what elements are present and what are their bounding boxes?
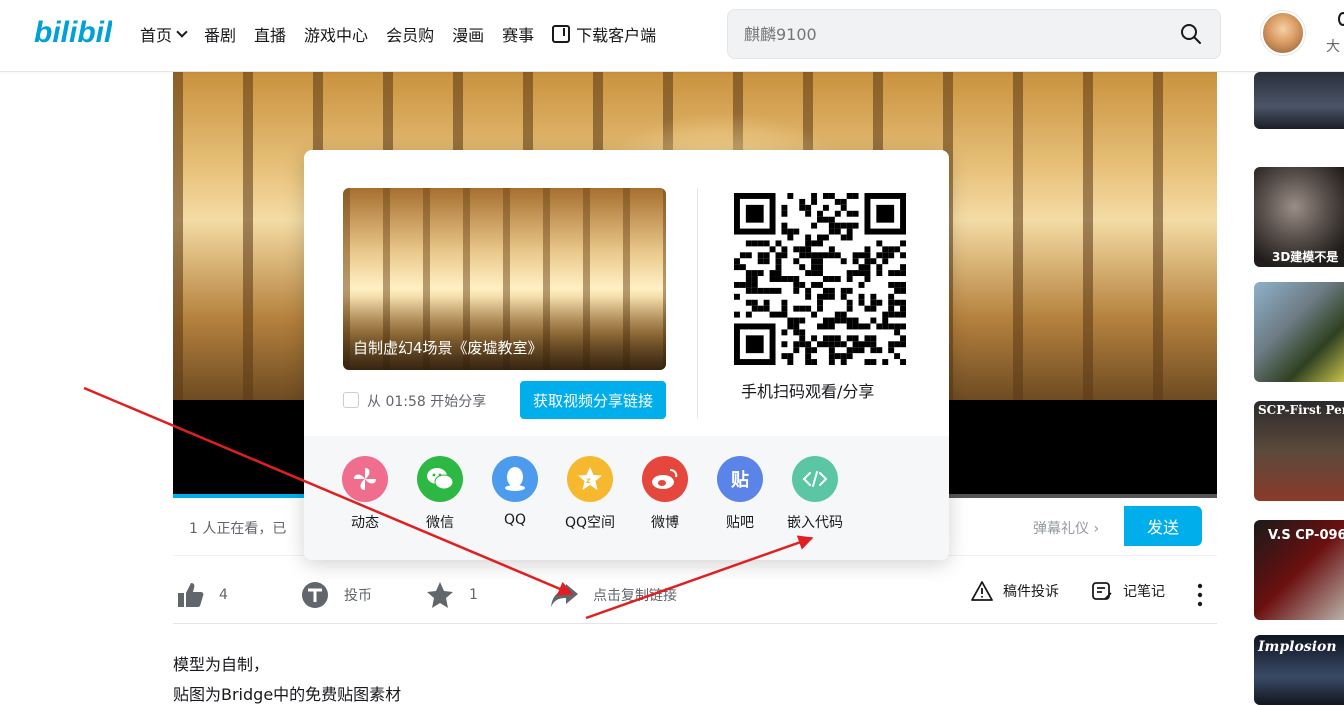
favorite-button[interactable]: 1	[425, 580, 478, 610]
share-qq[interactable]: QQ	[485, 456, 545, 528]
video-description: 模型为自制， 贴图为Bridge中的免费贴图素材	[173, 655, 402, 704]
nav-game-center[interactable]: 游戏中心	[304, 22, 368, 46]
share-platforms: 动态 微信 QQ z QQ空间 微博 贴 贴吧 嵌入代码	[304, 436, 949, 560]
qr-code	[734, 193, 906, 365]
viewer-count: 1 人正在看，已	[189, 521, 287, 537]
nav-mall[interactable]: 会员购	[386, 22, 434, 46]
start-time-checkbox[interactable]	[343, 392, 359, 408]
nav-download-client[interactable]: 下载客户端	[552, 22, 656, 46]
recommend-thumb[interactable]	[1254, 282, 1344, 382]
weibo-icon	[642, 456, 688, 502]
warning-icon	[971, 581, 993, 601]
share-panel: 自制虚幻4场景《废墟教室》 从 01:58 开始分享 获取视频分享链接 手机扫码…	[304, 150, 949, 560]
svg-text:bilibili: bilibili	[34, 16, 112, 49]
qr-caption: 手机扫码观看/分享	[741, 382, 875, 401]
share-button[interactable]: 点击复制链接	[549, 580, 677, 610]
video-toolbar: 4 投币 1 点击复制链接 稿件投诉 记笔记	[173, 568, 1217, 624]
share-video-title: 自制虚幻4场景《废墟教室》	[353, 339, 543, 357]
bilibili-logo[interactable]: bilibili	[34, 14, 112, 50]
qq-icon	[492, 456, 538, 502]
danmaku-etiquette-link[interactable]: 弹幕礼仪 ›	[1033, 518, 1099, 538]
note-button[interactable]: 记笔记	[1091, 580, 1165, 602]
more-options-icon[interactable]	[1195, 582, 1205, 608]
nav-home[interactable]: 首页	[140, 22, 188, 46]
star-icon	[427, 582, 453, 608]
recommend-thumb[interactable]: SCP-First Pers	[1254, 401, 1344, 501]
share-qzone[interactable]: z QQ空间	[560, 456, 620, 532]
share-video-thumbnail: 自制虚幻4场景《废墟教室》	[343, 188, 666, 370]
start-time-label: 从 01:58 开始分享	[367, 394, 487, 410]
search-icon[interactable]	[1180, 23, 1202, 45]
search-box	[727, 9, 1221, 59]
svg-text:z: z	[586, 476, 591, 485]
wechat-icon	[417, 456, 463, 502]
tieba-icon: 贴	[717, 456, 763, 502]
thumbs-up-icon	[178, 583, 204, 607]
user-label[interactable]: 大	[1326, 36, 1340, 56]
recommend-thumb[interactable]	[1254, 72, 1344, 129]
search-input[interactable]	[744, 22, 1164, 46]
share-tieba[interactable]: 贴 贴吧	[710, 456, 770, 532]
user-menu-icon[interactable]	[1338, 12, 1344, 26]
embed-code-icon	[792, 456, 838, 502]
share-dynamic[interactable]: 动态	[335, 456, 395, 532]
nav-esports[interactable]: 赛事	[502, 22, 534, 46]
like-button[interactable]: 4	[175, 580, 228, 610]
send-danmaku-button[interactable]: 发送	[1124, 506, 1202, 546]
share-wechat[interactable]: 微信	[410, 456, 470, 532]
qzone-icon: z	[567, 456, 613, 502]
note-icon	[1092, 582, 1112, 600]
recommend-thumb[interactable]: 3D建模不是	[1254, 167, 1344, 267]
download-icon	[552, 25, 571, 43]
top-header: bilibili 首页 番剧 直播 游戏中心 会员购 漫画 赛事 下载客户端 大	[0, 0, 1344, 72]
share-arrow-icon	[551, 584, 578, 607]
coin-button[interactable]: 投币	[300, 580, 372, 610]
main-nav: 首页 番剧 直播 游戏中心 会员购 漫画 赛事 下载客户端	[140, 21, 674, 47]
nav-anime[interactable]: 番剧	[204, 22, 236, 46]
share-weibo[interactable]: 微博	[635, 456, 695, 532]
avatar[interactable]	[1261, 11, 1305, 55]
coin-icon	[302, 582, 328, 608]
recommend-thumb[interactable]: V.S CP-096	[1254, 520, 1344, 620]
get-share-link-button[interactable]: 获取视频分享链接	[520, 381, 666, 419]
report-button[interactable]: 稿件投诉	[971, 580, 1059, 602]
share-embed-code[interactable]: 嵌入代码	[785, 456, 845, 532]
nav-live[interactable]: 直播	[254, 22, 286, 46]
divider	[697, 188, 698, 418]
recommend-thumb[interactable]: Implosion	[1254, 635, 1344, 705]
pinwheel-icon	[342, 456, 388, 502]
chevron-down-icon	[176, 26, 188, 38]
nav-manga[interactable]: 漫画	[452, 22, 484, 46]
